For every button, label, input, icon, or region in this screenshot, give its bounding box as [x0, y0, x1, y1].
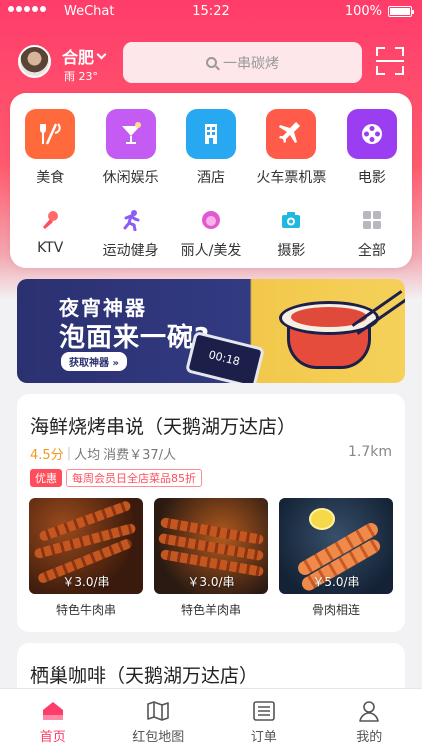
tab-map[interactable]: 红包地图	[106, 689, 212, 750]
beauty-icon	[199, 208, 223, 232]
fork-knife-icon	[25, 109, 76, 159]
separator: |	[66, 446, 72, 461]
dish-photo: ￥5.0/串	[279, 498, 393, 594]
scan-icon[interactable]	[376, 47, 404, 75]
category-tickets[interactable]: 火车票机票	[251, 109, 331, 187]
camera-icon	[279, 208, 303, 232]
noodle-bowl-illustration	[279, 301, 379, 371]
phone-illustration: 00:18	[184, 330, 266, 383]
category-food[interactable]: 美食	[10, 109, 90, 187]
category-ktv[interactable]: KTV	[10, 208, 90, 260]
primary-categories: 美食 休闲娱乐 酒店 火车票机票 电影	[10, 109, 412, 187]
category-hotel[interactable]: 酒店	[171, 109, 251, 187]
banner-button[interactable]: 获取神器 »	[61, 352, 127, 371]
avg-price: 消费￥37/人	[103, 448, 177, 463]
runner-icon	[119, 208, 143, 232]
phone-time: 00:18	[207, 348, 242, 369]
category-label: 全部	[357, 243, 386, 259]
dish-item[interactable]: ￥3.0/串 特色牛肉串	[29, 498, 143, 618]
category-movie[interactable]: 电影	[332, 109, 412, 187]
category-label: 火车票机票	[256, 170, 327, 186]
avatar[interactable]	[18, 45, 51, 78]
dish-photo: ￥3.0/串	[154, 498, 268, 594]
search-input[interactable]: 一串碳烤	[123, 42, 362, 83]
dish-name: 特色牛肉串	[55, 603, 116, 617]
city-selector[interactable]: 合肥	[62, 44, 107, 68]
airplane-icon	[266, 109, 317, 159]
category-panel: 美食 休闲娱乐 酒店 火车票机票 电影 KTV 运动健身 丽人/美发 摄影 全部	[10, 93, 412, 268]
dish-name: 骨肉相连	[311, 603, 360, 617]
tab-label: 我的	[356, 730, 383, 745]
category-label: 美食	[36, 170, 65, 186]
category-label: 摄影	[277, 243, 306, 259]
category-photography[interactable]: 摄影	[251, 208, 331, 260]
dish-name: 特色羊肉串	[180, 603, 241, 617]
city-label: 合肥	[62, 48, 95, 67]
shop-name: 海鲜烧烤串说（天鹅湖万达店）	[30, 416, 297, 438]
hotel-icon	[186, 109, 237, 159]
category-label: 运动健身	[102, 243, 159, 259]
category-label: 电影	[357, 170, 386, 186]
shop-card[interactable]: 海鲜烧烤串说（天鹅湖万达店） 4.5分 | 人均 消费￥37/人 1.7km 优…	[17, 394, 405, 632]
grid-icon	[360, 208, 384, 232]
category-label: 酒店	[197, 170, 226, 186]
dish-price: ￥5.0/串	[312, 575, 360, 589]
order-icon	[252, 699, 276, 723]
status-bar: WeChat 15:22 100%	[0, 0, 422, 24]
category-fitness[interactable]: 运动健身	[90, 208, 170, 260]
category-all[interactable]: 全部	[332, 208, 412, 260]
battery-percent: 100%	[344, 4, 382, 19]
promo-text: 每周会员日全店菜品85折	[66, 469, 202, 487]
lemon-illustration	[309, 508, 335, 530]
category-beauty[interactable]: 丽人/美发	[171, 208, 251, 260]
user-icon	[357, 699, 381, 723]
dish-item[interactable]: ￥3.0/串 特色羊肉串	[154, 498, 268, 618]
banner-subtitle: 泡面来一碗?	[59, 323, 211, 353]
tab-home[interactable]: 首页	[0, 689, 106, 750]
category-label: KTV	[37, 240, 64, 256]
promo-badge: 优惠	[30, 469, 62, 487]
banner-button-label: 获取神器	[69, 358, 109, 369]
dish-list: ￥3.0/串 特色牛肉串 ￥3.0/串 特色羊肉串 ￥5.0/串 骨肉相连	[29, 498, 393, 618]
weather-label: 雨 23°	[64, 70, 98, 83]
avg-label: 人均	[74, 448, 101, 463]
promo-banner[interactable]: 夜宵神器 泡面来一碗? 获取神器 » 00:18	[17, 279, 405, 383]
film-reel-icon	[346, 109, 397, 159]
shop-name: 栖巢咖啡（天鹅湖万达店）	[30, 665, 259, 687]
dish-price: ￥3.0/串	[62, 575, 110, 589]
tab-label: 红包地图	[132, 730, 185, 745]
chevron-down-icon	[96, 49, 107, 59]
map-icon	[146, 699, 170, 723]
category-label: 丽人/美发	[180, 243, 242, 259]
search-icon	[206, 57, 217, 68]
tab-orders[interactable]: 订单	[211, 689, 317, 750]
tab-profile[interactable]: 我的	[317, 689, 422, 750]
tab-label: 订单	[250, 730, 277, 745]
search-placeholder: 一串碳烤	[223, 55, 279, 72]
shop-promo: 优惠 每周会员日全店菜品85折	[30, 469, 202, 487]
category-entertainment[interactable]: 休闲娱乐	[90, 109, 170, 187]
category-label: 休闲娱乐	[102, 170, 159, 186]
home-icon	[41, 699, 65, 723]
shop-distance: 1.7km	[347, 444, 392, 460]
dish-photo: ￥3.0/串	[29, 498, 143, 594]
battery-icon	[388, 6, 414, 17]
secondary-categories: KTV 运动健身 丽人/美发 摄影 全部	[10, 208, 412, 260]
cocktail-icon	[105, 109, 156, 159]
dish-item[interactable]: ￥5.0/串 骨肉相连	[279, 498, 393, 618]
dish-price: ￥3.0/串	[187, 575, 235, 589]
tab-bar: 首页 红包地图 订单 我的	[0, 688, 422, 750]
tab-label: 首页	[39, 730, 66, 745]
shop-score: 4.5分	[30, 448, 64, 463]
shop-meta: 4.5分 | 人均 消费￥37/人	[30, 444, 176, 463]
microphone-icon	[38, 208, 62, 232]
